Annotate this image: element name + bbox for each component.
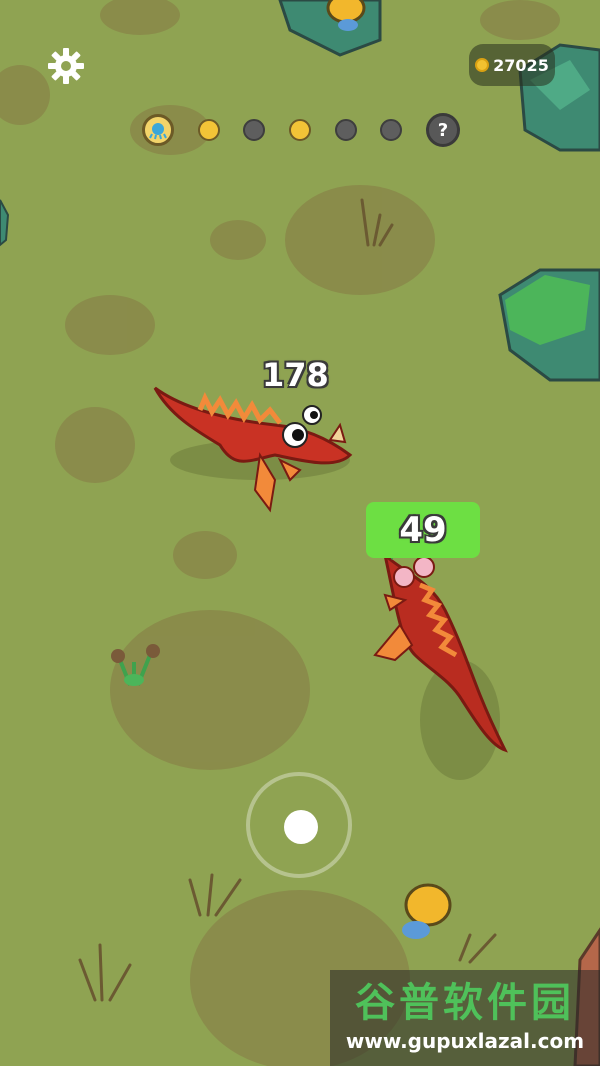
evolution-stage-locked [334, 119, 357, 141]
evolution-stage-unlocked [288, 119, 311, 141]
evolution-stage-current [142, 114, 174, 146]
player-level-label: 49 [366, 502, 480, 558]
watermark-brand: 谷普软件园 [355, 980, 575, 1026]
gear-icon [48, 48, 84, 84]
coin-icon [475, 58, 490, 72]
rock-left-edge [0, 199, 10, 247]
evolution-stage-locked [243, 119, 266, 141]
settings-button[interactable] [44, 44, 88, 88]
enemy-dinosaur [153, 386, 353, 513]
blue-creature-icon [149, 123, 167, 140]
game-map [0, 0, 600, 1066]
evolution-stage-unlocked [197, 119, 220, 141]
evolution-stage-unknown: ? [425, 113, 460, 147]
joystick-knob[interactable] [284, 810, 318, 844]
coin-counter: 27025 [469, 44, 555, 86]
coin-count: 27025 [493, 55, 549, 75]
evolution-progress: ? [142, 108, 460, 152]
player-dinosaur [373, 540, 508, 780]
egg-item-bottom[interactable] [402, 883, 452, 939]
evolution-stage-locked [380, 119, 403, 141]
enemy-level-label: 178 [262, 356, 329, 394]
rock-right-middle [498, 268, 600, 382]
watermark-url: www.gupuxlazal.com [345, 1029, 585, 1053]
watermark: 谷普软件园 www.gupuxlazal.com [330, 970, 600, 1066]
